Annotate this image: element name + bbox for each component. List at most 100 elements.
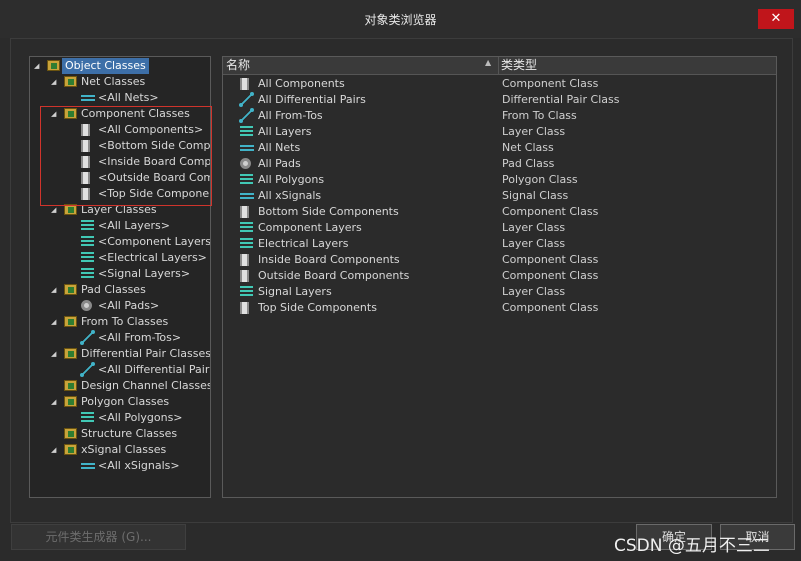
- tree-item[interactable]: <All Nets>: [30, 90, 210, 106]
- list-row-type: Net Class: [502, 141, 554, 154]
- column-header-type[interactable]: 类类型: [501, 57, 537, 74]
- list-row-type: From To Class: [502, 109, 577, 122]
- sort-arrow-icon: ▲: [485, 58, 492, 67]
- list-row[interactable]: Outside Board Components Component Class: [223, 268, 776, 284]
- tree-item-label: Structure Classes: [81, 427, 178, 440]
- list-row-name: All Differential Pairs: [258, 93, 366, 106]
- expand-arrow-icon[interactable]: ◢: [51, 346, 60, 362]
- tree-item-label: xSignal Classes: [81, 443, 167, 456]
- list-row-name: Component Layers: [258, 221, 362, 234]
- expand-arrow-icon[interactable]: ◢: [51, 314, 60, 330]
- list-row-type: Pad Class: [502, 157, 555, 170]
- tree-item-label: <All xSignals>: [98, 459, 180, 472]
- tree-item[interactable]: ◢ Pad Classes: [30, 282, 210, 298]
- list-row-type: Component Class: [502, 77, 599, 90]
- tree-item[interactable]: <All Pads>: [30, 298, 210, 314]
- expand-arrow-icon[interactable]: ◢: [51, 394, 60, 410]
- list-row-type: Component Class: [502, 253, 599, 266]
- tree-item[interactable]: ◢ Polygon Classes: [30, 394, 210, 410]
- list-row[interactable]: Bottom Side Components Component Class: [223, 204, 776, 220]
- component-icon: [240, 254, 249, 266]
- expand-arrow-icon[interactable]: ◢: [51, 442, 60, 458]
- from-to-icon: [80, 330, 95, 345]
- list-row-type: Component Class: [502, 269, 599, 282]
- tree-item[interactable]: <Component Layers>: [30, 234, 210, 250]
- tree-item-label: <All From-Tos>: [98, 331, 182, 344]
- component-icon: [240, 206, 249, 218]
- class-list[interactable]: 名称 ▲ 类类型 All Components Component Class Al…: [222, 56, 777, 498]
- layer-icon: [81, 252, 94, 263]
- from-to-icon: [80, 362, 95, 377]
- tree-item-label: Net Classes: [81, 75, 146, 88]
- list-row-type: Component Class: [502, 205, 599, 218]
- list-row[interactable]: All Polygons Polygon Class: [223, 172, 776, 188]
- list-row[interactable]: Signal Layers Layer Class: [223, 284, 776, 300]
- layer-icon: [81, 220, 94, 231]
- list-row-name: Bottom Side Components: [258, 205, 399, 218]
- expand-arrow-icon[interactable]: ◢: [51, 74, 60, 90]
- tree-item-label: <All Polygons>: [98, 411, 183, 424]
- list-row[interactable]: Inside Board Components Component Class: [223, 252, 776, 268]
- tree-item-label: Pad Classes: [81, 283, 146, 296]
- tree-item[interactable]: <All Differential Pairs>: [30, 362, 210, 378]
- list-row-type: Differential Pair Class: [502, 93, 620, 106]
- tree-item[interactable]: Design Channel Classes: [30, 378, 210, 394]
- list-row[interactable]: All xSignals Signal Class: [223, 188, 776, 204]
- list-row[interactable]: All Differential Pairs Differential Pair …: [223, 92, 776, 108]
- layer-icon: [81, 268, 94, 279]
- folder-icon: [64, 316, 77, 327]
- list-row-name: Outside Board Components: [258, 269, 410, 282]
- list-row-type: Layer Class: [502, 237, 566, 250]
- layer-icon: [240, 222, 253, 233]
- pad-icon: [240, 158, 251, 169]
- title-bar: 对象类浏览器 ✕: [0, 0, 801, 38]
- watermark: CSDN @五月不三二: [614, 536, 770, 556]
- tree-item[interactable]: ◢ Net Classes: [30, 74, 210, 90]
- folder-icon: [64, 284, 77, 295]
- tree-item-label: Object Classes: [62, 58, 149, 74]
- column-header-name[interactable]: 名称: [226, 57, 250, 74]
- tree-item[interactable]: <Electrical Layers>: [30, 250, 210, 266]
- tree-item[interactable]: <All Layers>: [30, 218, 210, 234]
- tree-item[interactable]: ◢ From To Classes: [30, 314, 210, 330]
- list-row[interactable]: All Pads Pad Class: [223, 156, 776, 172]
- expand-arrow-icon[interactable]: ◢: [51, 282, 60, 298]
- tree-item[interactable]: <All Polygons>: [30, 410, 210, 426]
- list-row-name: All xSignals: [258, 189, 322, 202]
- net-icon: [240, 145, 254, 151]
- layer-icon: [240, 174, 253, 185]
- tree-item-label: From To Classes: [81, 315, 169, 328]
- tree-item[interactable]: <Signal Layers>: [30, 266, 210, 282]
- list-row[interactable]: All From-Tos From To Class: [223, 108, 776, 124]
- tree-item[interactable]: <All xSignals>: [30, 458, 210, 474]
- tree-item-label: <Component Layers>: [98, 235, 211, 248]
- list-row-name: All Pads: [258, 157, 301, 170]
- tree-item-label: <All Pads>: [98, 299, 160, 312]
- column-separator[interactable]: [498, 57, 499, 74]
- list-row-type: Layer Class: [502, 125, 566, 138]
- layer-icon: [240, 126, 253, 137]
- window-title: 对象类浏览器: [364, 13, 437, 27]
- close-button[interactable]: ✕: [758, 9, 794, 29]
- tree-item[interactable]: ◢ Object Classes: [30, 58, 210, 74]
- list-row[interactable]: All Nets Net Class: [223, 140, 776, 156]
- tree-item[interactable]: ◢ Differential Pair Classes: [30, 346, 210, 362]
- tree-item[interactable]: <All From-Tos>: [30, 330, 210, 346]
- list-row[interactable]: Component Layers Layer Class: [223, 220, 776, 236]
- tree-item-label: <All Nets>: [98, 91, 159, 104]
- list-row[interactable]: Top Side Components Component Class: [223, 300, 776, 316]
- list-row[interactable]: Electrical Layers Layer Class: [223, 236, 776, 252]
- pad-icon: [81, 300, 92, 311]
- from-to-icon: [239, 92, 254, 107]
- list-row-type: Polygon Class: [502, 173, 578, 186]
- list-row[interactable]: All Components Component Class: [223, 76, 776, 92]
- class-generator-button[interactable]: 元件类生成器 (G)...: [11, 524, 186, 550]
- folder-icon: [64, 76, 77, 87]
- tree-item[interactable]: Structure Classes: [30, 426, 210, 442]
- list-row-name: Inside Board Components: [258, 253, 400, 266]
- expand-arrow-icon[interactable]: ◢: [34, 58, 43, 74]
- tree-item[interactable]: ◢ xSignal Classes: [30, 442, 210, 458]
- layer-icon: [240, 238, 253, 249]
- list-row[interactable]: All Layers Layer Class: [223, 124, 776, 140]
- net-icon: [81, 463, 95, 469]
